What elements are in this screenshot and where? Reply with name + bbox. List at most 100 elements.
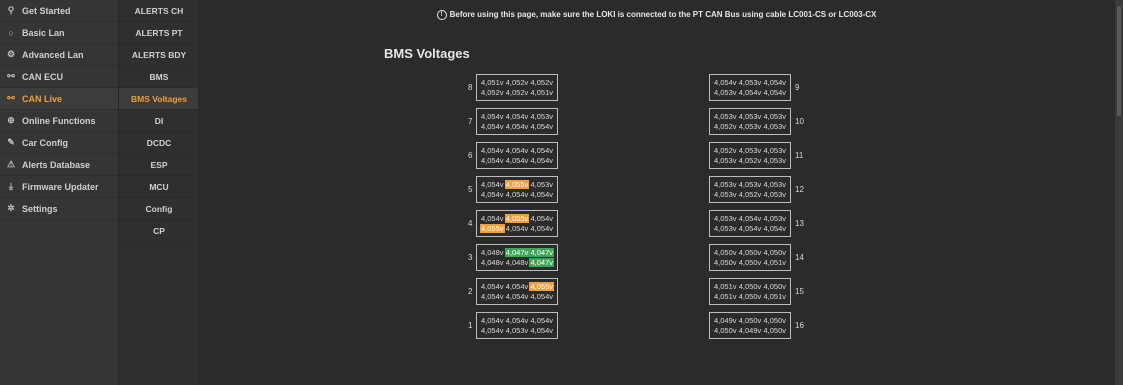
sidebar-item-basic-lan[interactable]: ○ Basic Lan — [0, 22, 118, 44]
scrollbar-thumb[interactable] — [1117, 6, 1121, 116]
cell-voltage: 4,054v — [481, 180, 504, 189]
cell-voltage: 4,051v — [714, 282, 737, 291]
subnav-item-alerts-bdy[interactable]: ALERTS BDY — [119, 44, 199, 66]
cell-row: 4,054v 4,053v 4,054v — [713, 78, 787, 87]
cell-voltage: 4,054v — [738, 224, 762, 233]
cell-voltage: 4,052v — [505, 78, 529, 87]
globe-icon: ⊕ — [7, 115, 15, 125]
subnav-item-bms-voltages[interactable]: BMS Voltages — [119, 88, 199, 110]
cell-voltage: 4,055v — [480, 224, 505, 233]
subnav-item-dcdc[interactable]: DCDC — [119, 132, 199, 154]
module-number: 13 — [795, 219, 804, 228]
subnav-item-config[interactable]: Config — [119, 198, 199, 220]
sidebar: ⚲ Get Started ○ Basic Lan ⚙ Advanced Lan ⚯ CAN … — [0, 0, 118, 385]
cell-voltage: 4,054v — [763, 78, 786, 87]
cell-row: 4,052v 4,053v 4,053v — [713, 146, 787, 155]
cell-voltage: 4,050v — [738, 248, 762, 257]
cell-row: 4,053v 4,052v 4,053v — [713, 156, 787, 165]
cell-voltage: 4,054v — [505, 190, 529, 199]
cell-voltage: 4,053v — [714, 190, 737, 199]
cell-voltage: 4,052v — [714, 122, 737, 131]
sidebar-item-label: Advanced Lan — [22, 49, 84, 60]
cell-voltage: 4,051v — [530, 88, 553, 97]
battery-module-15: 4,051v 4,050v 4,050v 4,051v 4,050v 4,051v — [709, 278, 791, 305]
cell-voltage: 4,053v — [738, 122, 762, 131]
cell-voltage: 4,054v — [530, 214, 553, 223]
cell-voltage: 4,053v — [714, 214, 737, 223]
network-icon: ⚯ — [7, 71, 15, 81]
module-number: 1 — [468, 321, 473, 330]
battery-module-4: 4,054v 4,055v 4,054v 4,055v 4,054v 4,054v — [476, 210, 558, 237]
cell-voltage: 4,053v — [763, 214, 786, 223]
cell-voltage: 4,055v — [504, 180, 530, 189]
battery-module-14: 4,050v 4,050v 4,050v 4,050v 4,050v 4,051v — [709, 244, 791, 271]
cell-voltage: 4,054v — [481, 156, 504, 165]
scrollbar[interactable] — [1115, 0, 1123, 385]
cell-voltage: 4,053v — [714, 180, 737, 189]
cell-voltage: 4,054v — [530, 156, 553, 165]
cell-voltage: 4,054v — [505, 112, 529, 121]
sidebar-item-settings[interactable]: ✲ Settings — [0, 198, 118, 220]
cell-voltage: 4,053v — [714, 88, 737, 97]
cell-row: 4,053v 4,053v 4,053v — [713, 112, 787, 121]
sidebar-item-alerts-database[interactable]: ⚠ Alerts Database — [0, 154, 118, 176]
module-number: 11 — [795, 151, 804, 160]
cell-voltage: 4,053v — [505, 326, 529, 335]
sidebar-item-car-config[interactable]: ✎ Car Config — [0, 132, 118, 154]
subnav-item-mcu[interactable]: MCU — [119, 176, 199, 198]
cell-voltage: 4,054v — [481, 122, 504, 131]
subnav-item-alerts-ch[interactable]: ALERTS CH — [119, 0, 199, 22]
cell-voltage: 4,054v — [505, 292, 529, 301]
module-number: 16 — [795, 321, 804, 330]
battery-module-7: 4,054v 4,054v 4,053v 4,054v 4,054v 4,054v — [476, 108, 558, 135]
sidebar-item-label: Basic Lan — [22, 27, 65, 38]
sidebar-item-label: Settings — [22, 203, 58, 214]
subnav-item-esp[interactable]: ESP — [119, 154, 199, 176]
sidebar-item-can-ecu[interactable]: ⚯ CAN ECU — [0, 66, 118, 88]
cell-voltage: 4,054v — [738, 88, 762, 97]
sidebar-item-online-functions[interactable]: ⊕ Online Functions — [0, 110, 118, 132]
cell-voltage: 4,053v — [763, 180, 786, 189]
cell-voltage: 4,054v — [530, 190, 553, 199]
sidebar-item-label: Firmware Updater — [22, 181, 99, 192]
sidebar-item-label: Alerts Database — [22, 159, 91, 170]
cell-voltage: 4,052v — [714, 146, 737, 155]
cell-voltage: 4,053v — [714, 224, 737, 233]
cell-voltage: 4,055v — [529, 282, 554, 291]
cell-row: 4,053v 4,054v 4,054v — [713, 224, 787, 233]
battery-module-12: 4,053v 4,053v 4,053v 4,053v 4,052v 4,053v — [709, 176, 791, 203]
sidebar-item-firmware-updater[interactable]: ⤓ Firmware Updater — [0, 176, 118, 198]
battery-module-16: 4,049v 4,050v 4,050v 4,050v 4,049v 4,050v — [709, 312, 791, 339]
cell-row: 4,052v 4,052v 4,051v — [480, 88, 554, 97]
cell-voltage: 4,054v — [530, 292, 553, 301]
battery-module-11: 4,052v 4,053v 4,053v 4,053v 4,052v 4,053v — [709, 142, 791, 169]
cell-voltage: 4,054v — [738, 214, 762, 223]
module-number: 3 — [468, 253, 473, 262]
subnav-item-di[interactable]: DI — [119, 110, 199, 132]
subnav-item-bms[interactable]: BMS — [119, 66, 199, 88]
cell-row: 4,051v 4,050v 4,051v — [713, 292, 787, 301]
battery-module-10: 4,053v 4,053v 4,053v 4,052v 4,053v 4,053v — [709, 108, 791, 135]
sidebar-item-get-started[interactable]: ⚲ Get Started — [0, 0, 118, 22]
subnav-item-cp[interactable]: CP — [119, 220, 199, 242]
sidebar-item-label: CAN Live — [22, 93, 63, 104]
cell-voltage: 4,053v — [763, 112, 786, 121]
sidebar-item-label: Car Config — [22, 137, 68, 148]
cell-voltage: 4,050v — [763, 326, 786, 335]
sidebar-item-advanced-lan[interactable]: ⚙ Advanced Lan — [0, 44, 118, 66]
cell-voltage: 4,054v — [530, 224, 553, 233]
cell-voltage: 4,054v — [530, 326, 553, 335]
sidebar-item-can-live[interactable]: ⚯ CAN Live — [0, 88, 118, 110]
cell-row: 4,048v 4,047v 4,047v — [480, 248, 554, 257]
module-number: 9 — [795, 83, 800, 92]
module-number: 14 — [795, 253, 804, 262]
subnav-item-alerts-pt[interactable]: ALERTS PT — [119, 22, 199, 44]
cell-voltage: 4,054v — [530, 316, 553, 325]
cell-row: 4,049v 4,050v 4,050v — [713, 316, 787, 325]
cell-voltage: 4,054v — [530, 146, 553, 155]
cell-row: 4,053v 4,052v 4,053v — [713, 190, 787, 199]
cell-voltage: 4,054v — [505, 146, 529, 155]
battery-module-2: 4,054v 4,054v 4,055v 4,054v 4,054v 4,054v — [476, 278, 558, 305]
cell-voltage: 4,054v — [481, 316, 504, 325]
cell-voltage: 4,054v — [481, 190, 504, 199]
